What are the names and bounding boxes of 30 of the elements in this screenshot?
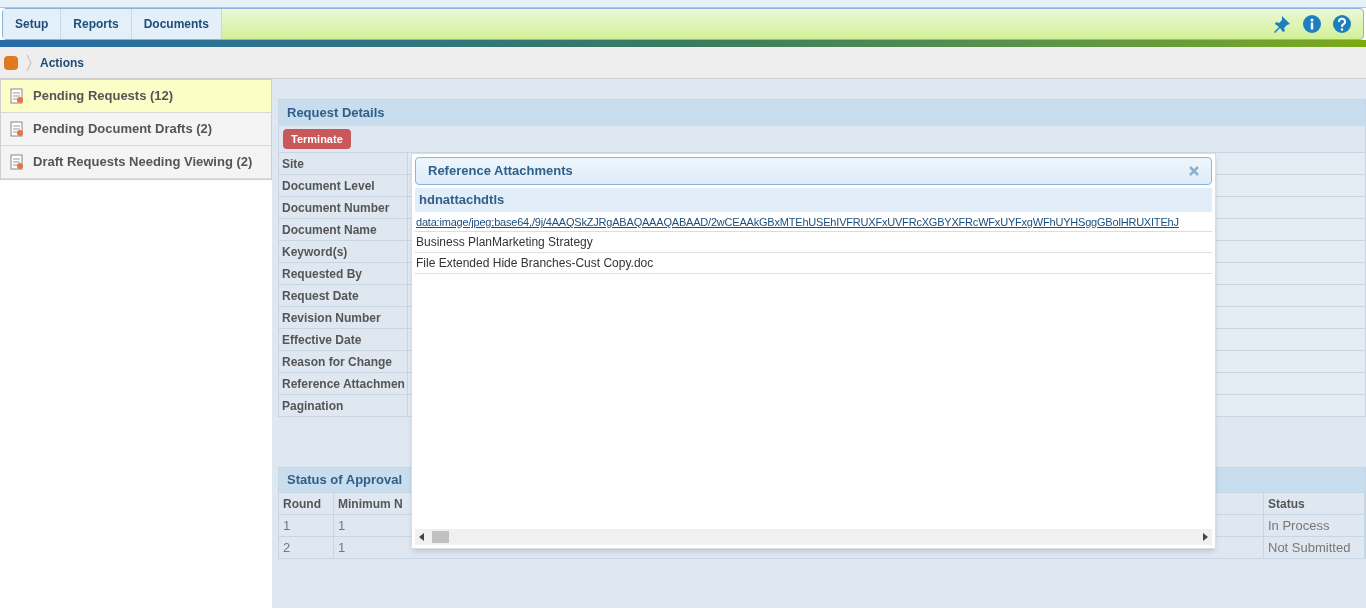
horizontal-scrollbar[interactable] (415, 529, 1212, 545)
menu-tab[interactable]: Reports (61, 9, 132, 39)
list-header: hdnattachdtls (415, 188, 1212, 212)
panel-header: Request Details (279, 100, 1365, 126)
help-icon[interactable] (1333, 15, 1351, 33)
column-header: Round (279, 493, 334, 514)
document-icon (9, 154, 25, 170)
attachment-item: File Extended Hide Branches-Cust Copy.doc (415, 253, 1212, 274)
dialog-title: Reference Attachments (428, 162, 573, 181)
scroll-right-icon[interactable] (1203, 533, 1208, 541)
table-cell: 1 (279, 515, 334, 536)
attachment-item: Business PlanMarketing Strategy (415, 232, 1212, 253)
scroll-thumb[interactable] (432, 531, 449, 543)
table-cell: Not Submitted (1264, 537, 1365, 558)
document-icon (9, 121, 25, 137)
menu-tab[interactable]: Setup (3, 9, 62, 39)
attachment-link[interactable]: data:image/jpeg;base64,/9j/4AAQSkZJRgABAQAAAQABAAD/2wCEAAkGBxMTEhUSEhIVFRUXFxUVFRcXGBYXFRcWFxUYFxgWFhUYHSggGBolHRUXITEhJ (415, 212, 1212, 232)
pin-icon[interactable] (1273, 15, 1291, 33)
info-icon[interactable] (1303, 15, 1321, 33)
menu-tab[interactable]: Documents (131, 9, 223, 39)
scroll-left-icon[interactable] (419, 533, 424, 541)
column-header: Status (1264, 493, 1365, 514)
terminate-button[interactable]: Terminate (283, 128, 351, 150)
chevron-separator-icon (26, 53, 32, 72)
sidebar-item[interactable]: Pending Requests (12) (1, 80, 271, 113)
table-cell: 2 (279, 537, 334, 558)
document-icon (9, 88, 25, 104)
table-cell: In Process (1264, 515, 1365, 536)
close-icon[interactable] (1189, 166, 1199, 176)
breadcrumb-label: Actions (40, 54, 84, 72)
